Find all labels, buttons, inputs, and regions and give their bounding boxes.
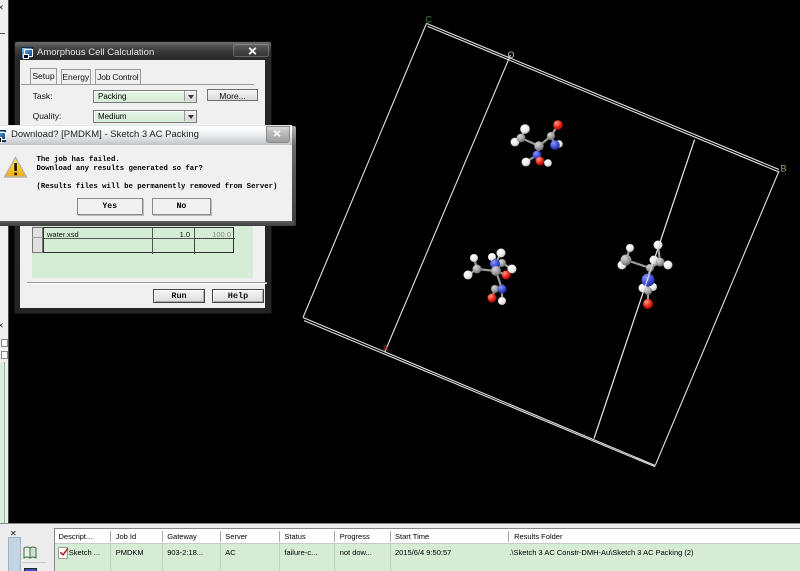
svg-text:A: A bbox=[383, 344, 389, 354]
svg-text:B: B bbox=[781, 164, 787, 174]
svg-text:O: O bbox=[508, 50, 515, 60]
svg-text:C: C bbox=[426, 15, 433, 25]
